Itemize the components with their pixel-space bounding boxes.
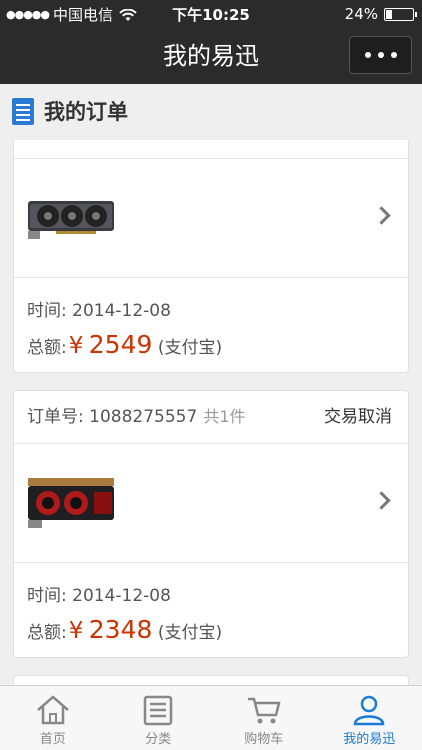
chevron-right-icon — [372, 206, 391, 225]
currency-symbol: ¥ — [68, 618, 84, 644]
order-date: 2014-12-08 — [72, 301, 171, 321]
nav-bar: 我的易迅 — [0, 28, 422, 84]
battery-icon — [384, 7, 417, 21]
order-card[interactable]: 订单号: 1088275557 共1件 交易取消 时间: 2014-12-08 — [13, 390, 409, 658]
payment-method: (支付宝) — [157, 623, 223, 643]
user-icon — [353, 695, 385, 726]
order-status: 交易取消 — [324, 407, 392, 427]
list-icon — [144, 695, 173, 726]
more-menu-button[interactable] — [349, 36, 412, 74]
tab-home[interactable]: 首页 — [0, 686, 106, 750]
currency-symbol: ¥ — [68, 333, 84, 359]
tab-label: 首页 — [39, 732, 66, 747]
order-amount: 2348 — [88, 615, 153, 644]
tab-category[interactable]: 分类 — [106, 686, 212, 750]
graphics-card-image — [28, 201, 114, 239]
tab-my-account[interactable]: 我的易迅 — [317, 686, 422, 750]
order-summary: 时间: 2014-12-08 总额:¥ 2348 (支付宝) — [14, 563, 408, 657]
total-label: 总额: — [27, 623, 67, 643]
section-header: 我的订单 — [0, 84, 422, 140]
order-summary: 时间: 2014-12-08 总额:¥ 2549 (支付宝) — [14, 278, 408, 372]
dot-icon — [390, 52, 397, 58]
total-label: 总额: — [27, 338, 67, 358]
status-bar: ●●●●● 中国电信 下午10:25 24% — [0, 0, 422, 28]
cart-icon — [247, 697, 281, 724]
order-list[interactable]: 时间: 2014-12-08 总额:¥ 2549 (支付宝) 订单号: 1088… — [0, 140, 422, 685]
dot-icon — [364, 52, 371, 58]
order-product-row[interactable] — [14, 159, 408, 278]
order-card[interactable]: 时间: 2014-12-08 总额:¥ 2549 (支付宝) — [13, 140, 409, 373]
tab-label: 购物车 — [244, 732, 284, 747]
time-label: 时间: — [27, 586, 67, 606]
payment-method: (支付宝) — [157, 338, 223, 358]
graphics-card-image — [28, 478, 114, 528]
home-icon — [36, 695, 69, 725]
tab-cart[interactable]: 购物车 — [211, 686, 317, 750]
chevron-right-icon — [372, 491, 391, 510]
order-date: 2014-12-08 — [72, 586, 171, 606]
item-count: 共1件 — [203, 407, 246, 426]
order-header: 订单号: 1088275557 共1件 交易取消 — [14, 391, 408, 444]
order-card[interactable] — [13, 675, 409, 685]
order-header — [14, 140, 408, 159]
order-number: 1088275557 — [89, 407, 198, 427]
tab-bar: 首页 分类 购物车 我的易迅 — [0, 685, 422, 750]
order-amount: 2549 — [88, 330, 153, 359]
time-label: 时间: — [27, 301, 67, 321]
order-number-label: 订单号: — [27, 407, 84, 427]
battery-percent: 24% — [344, 5, 378, 23]
dot-icon — [377, 52, 384, 58]
section-title: 我的订单 — [44, 100, 128, 124]
tab-label: 分类 — [145, 732, 172, 747]
order-product-row[interactable] — [14, 444, 408, 563]
tab-label: 我的易迅 — [343, 732, 396, 747]
document-icon — [12, 98, 34, 125]
